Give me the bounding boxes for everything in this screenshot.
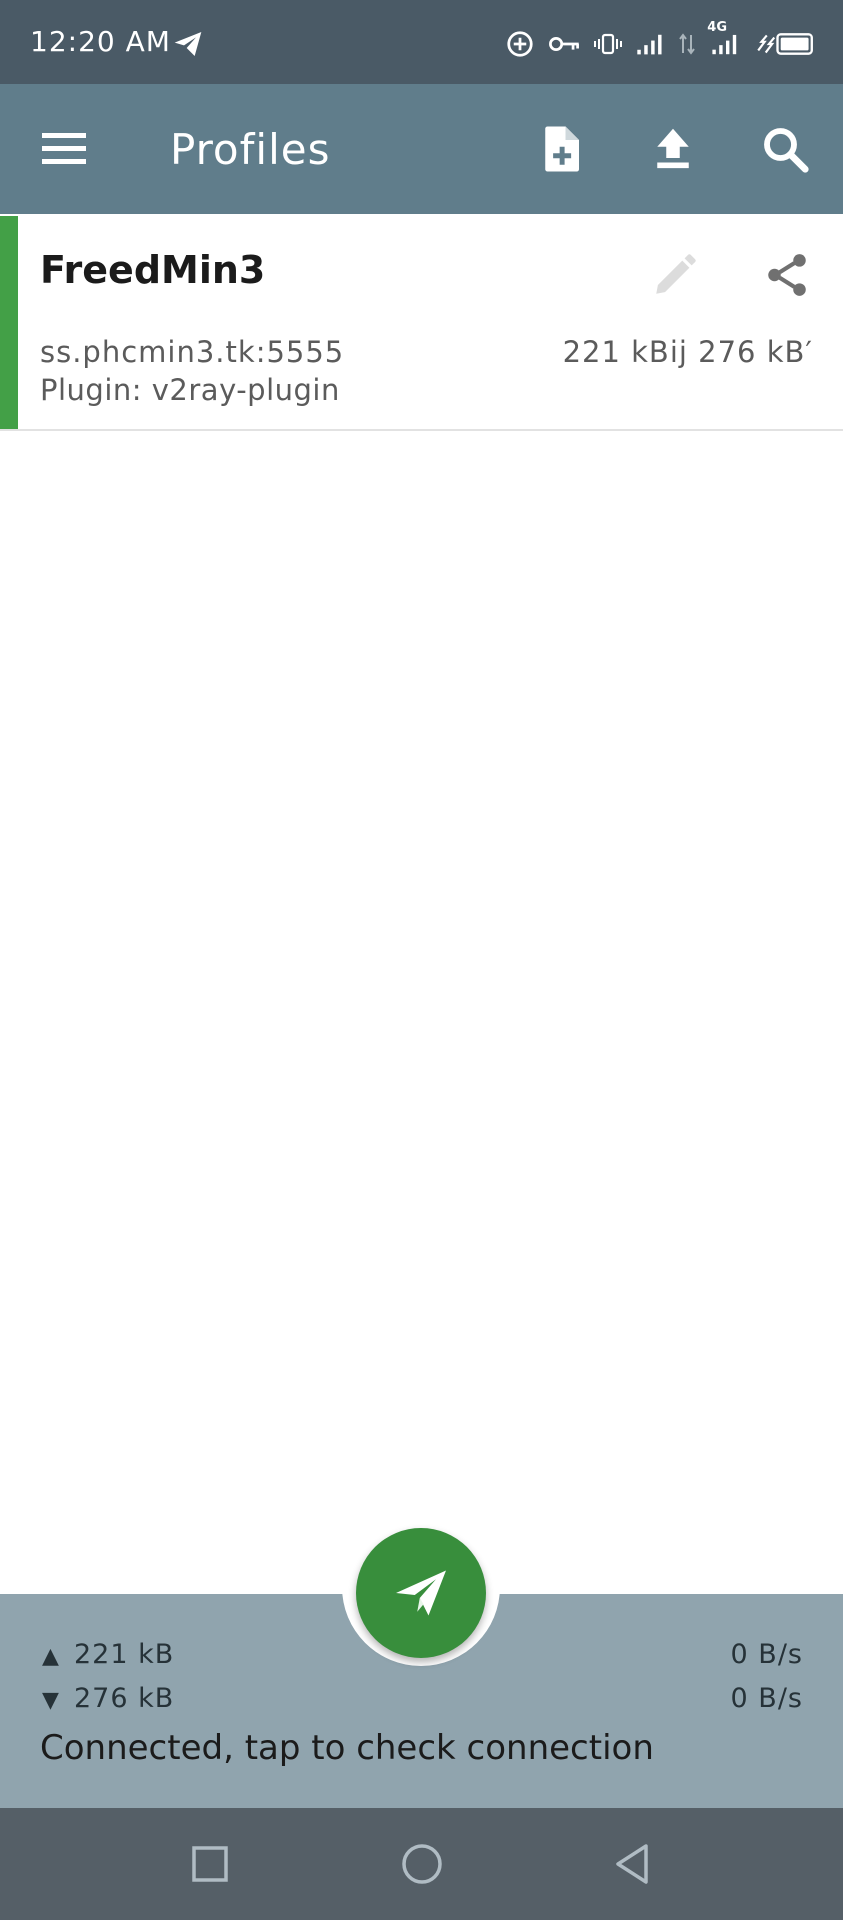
home-icon[interactable]: [398, 1840, 446, 1888]
vpn-key-icon: [549, 36, 579, 52]
profile-item[interactable]: FreedMin3 ss.phcmin3.tk:5555 221 kBij 27…: [0, 216, 843, 431]
recents-icon[interactable]: [186, 1840, 234, 1888]
page-title: Profiles: [170, 125, 331, 174]
back-icon[interactable]: [608, 1840, 656, 1888]
search-icon[interactable]: [758, 122, 812, 176]
profile-server: ss.phcmin3.tk:5555: [40, 335, 345, 369]
active-profile-indicator: [0, 216, 18, 429]
edit-icon[interactable]: [650, 250, 700, 300]
paper-plane-icon: [396, 1570, 446, 1616]
battery-charging-icon: [757, 33, 813, 55]
upload-arrow-icon: ▲: [42, 1644, 60, 1669]
signal-icon: [637, 34, 662, 55]
vibrate-icon: [594, 33, 622, 55]
tx-total-value: 221 kB: [74, 1639, 175, 1670]
data-saver-icon: [507, 31, 533, 57]
rx-total: ▼ 276 kB: [42, 1682, 174, 1718]
status-time: 12:20 AM: [30, 25, 171, 58]
status-bar: 12:20 AM 4G: [0, 0, 843, 84]
profile-plugin: Plugin: v2ray-plugin: [40, 373, 340, 407]
system-nav-bar: [0, 1808, 843, 1920]
app-bar: Profiles: [0, 84, 843, 214]
download-arrow-icon: ▼: [42, 1688, 60, 1713]
rx-total-value: 276 kB: [74, 1683, 175, 1714]
profile-name: FreedMin3: [40, 248, 266, 292]
connect-toggle-button[interactable]: [356, 1528, 486, 1658]
import-icon[interactable]: [646, 122, 700, 176]
connection-status-text: Connected, tap to check connection: [40, 1728, 654, 1768]
telegram-icon: [174, 32, 202, 56]
status-icons: [505, 26, 815, 62]
signal-4g-icon: [712, 34, 737, 55]
share-icon[interactable]: [762, 250, 812, 300]
add-profile-icon[interactable]: [534, 122, 588, 176]
tx-rate: 0 B/s: [730, 1639, 803, 1670]
menu-icon[interactable]: [40, 129, 90, 169]
data-transfer-icon: [679, 33, 695, 55]
rx-rate: 0 B/s: [730, 1683, 803, 1714]
tx-total: ▲ 221 kB: [42, 1638, 174, 1674]
profile-traffic: 221 kBij 276 kB′: [562, 335, 813, 369]
